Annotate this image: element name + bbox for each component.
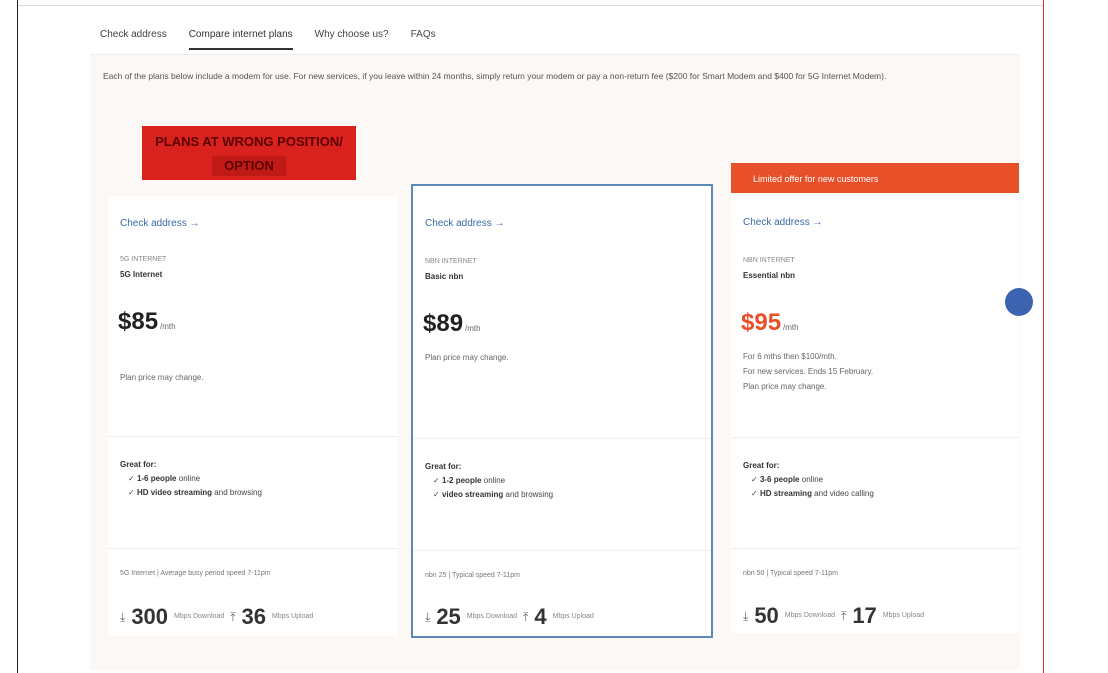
offer-ribbon-text: Limited offer for new customers [753,174,879,184]
plan-type: nbn Internet [743,257,795,264]
speed-values: ⤓ 50 Mbps Download ⤒ 17 Mbps Upload [743,603,924,629]
tab-faqs[interactable]: FAQs [411,23,436,46]
download-arrow-icon: ⤓ [120,609,126,624]
card-divider [731,548,1019,549]
download-speed: 25 [436,604,461,629]
price-value: $85 [118,308,159,335]
check-address-link[interactable]: Check address → [425,218,504,229]
price-value: $89 [423,310,464,337]
frame-left-border [17,0,18,673]
tab-compare-plans[interactable]: Compare internet plans [188,23,293,50]
great-for-item: ✓ video streaming and browsing [433,490,554,499]
tab-check-address[interactable]: Check address [100,23,167,46]
plan-card-essential-nbn: Check address → nbn Internet Essential n… [731,193,1019,633]
speed-heading: nbn 50 | Typical speed 7-11pm [743,570,838,577]
tab-why-choose-us[interactable]: Why choose us? [315,23,389,46]
plan-price: $85/mth [118,308,176,336]
card-divider [108,436,398,437]
promo-annotation-line2: OPTION [212,156,286,176]
intro-text: Each of the plans below include a modem … [103,71,887,81]
upload-arrow-icon: ⤒ [841,608,847,623]
download-unit: Mbps Download [784,612,835,619]
card-divider [413,438,711,439]
plan-type: nbn Internet [425,258,477,265]
plan-note: Plan price may change. [425,353,509,362]
upload-speed: 17 [852,603,877,628]
speed-values: ⤓ 25 Mbps Download ⤒ 4 Mbps Upload [425,604,594,630]
plan-note: Plan price may change. [120,373,204,382]
great-for-item: ✓ 1-6 people online [128,474,201,483]
section-tabs: Check address Compare internet plans Why… [100,14,436,54]
price-value: $95 [741,309,782,336]
check-address-link[interactable]: Check address → [120,218,199,229]
speed-heading: 5G Internet | Average busy period speed … [120,570,271,577]
tabs-divider [90,54,1020,55]
download-arrow-icon: ⤓ [743,608,749,623]
great-for-list: Great for: ✓ 1-2 people online ✓ video s… [425,460,553,502]
plan-price: $95/mth [741,309,799,337]
plan-note-line: Plan price may change. [743,382,827,391]
plan-price: $89/mth [423,310,481,338]
download-speed: 300 [131,604,169,629]
upload-speed: 36 [241,604,267,629]
check-address-link[interactable]: Check address → [743,217,822,228]
frame-top-border [17,5,1044,6]
price-per: /mth [783,323,799,332]
upload-unit: Mbps Upload [882,612,925,619]
price-per: /mth [160,322,176,331]
download-unit: Mbps Download [174,613,225,620]
upload-unit: Mbps Upload [552,613,594,620]
plan-type: 5G Internet [120,256,167,263]
plan-name: Essential nbn [743,271,796,280]
plan-card-basic-nbn[interactable]: Check address → nbn Internet Basic nbn $… [411,184,713,638]
great-for-heading: Great for: [120,460,157,469]
download-arrow-icon: ⤓ [425,609,431,624]
great-for-heading: Great for: [743,461,780,470]
plan-name: 5G Internet [120,270,163,279]
upload-arrow-icon: ⤒ [523,609,529,624]
promo-annotation-line1: PLANS AT WRONG POSITION/ [155,134,343,149]
speed-heading: nbn 25 | Typical speed 7-11pm [425,572,520,579]
price-per: /mth [465,324,481,333]
upload-unit: Mbps Upload [272,613,314,620]
great-for-list: Great for: ✓ 3-6 people online ✓ HD stre… [743,459,874,501]
upload-speed: 4 [534,604,547,629]
great-for-item: ✓ HD streaming and video calling [751,489,874,498]
card-divider [108,548,398,549]
carousel-next-button[interactable] [1005,288,1033,316]
plan-name: Basic nbn [425,272,464,281]
great-for-heading: Great for: [425,462,462,471]
offer-ribbon: Limited offer for new customers [731,163,1019,195]
frame-right-border [1043,0,1044,673]
plan-card-5g: Check address → 5G Internet 5G Internet … [108,196,398,636]
upload-arrow-icon: ⤒ [230,609,236,624]
download-speed: 50 [754,603,779,628]
great-for-list: Great for: ✓ 1-6 people online ✓ HD vide… [120,458,262,500]
card-divider [413,550,711,551]
promo-annotation: PLANS AT WRONG POSITION/ OPTION [142,126,356,180]
plan-note-line: For 6 mths then $100/mth. [743,352,837,361]
great-for-item: ✓ HD video streaming and browsing [128,488,262,497]
great-for-item: ✓ 3-6 people online [751,475,824,484]
download-unit: Mbps Download [466,613,517,620]
card-divider [731,437,1019,438]
plan-note: For 6 mths then $100/mth. For new servic… [743,349,873,394]
plan-note-line: For new services. Ends 15 February. [743,367,874,376]
speed-values: ⤓ 300 Mbps Download ⤒ 36 Mbps Upload [120,604,313,630]
great-for-item: ✓ 1-2 people online [433,476,506,485]
